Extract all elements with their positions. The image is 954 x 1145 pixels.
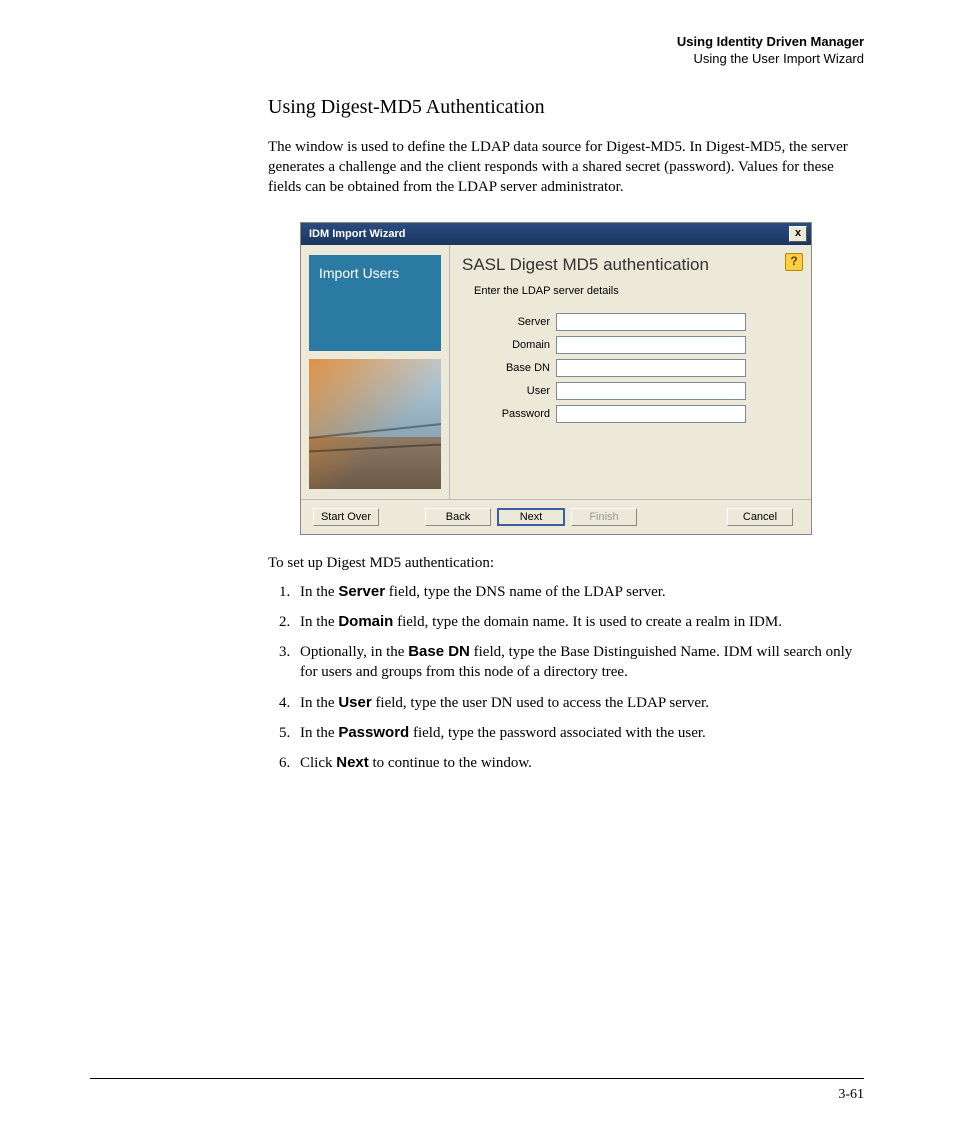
step-2: In the Domain field, type the domain nam… [294,612,864,632]
label-user: User [490,385,550,397]
sidebar-card: Import Users [309,255,441,351]
help-icon[interactable]: ? [785,253,803,271]
step-6: Click Next to continue to the window. [294,753,864,773]
wizard-subtitle: Enter the LDAP server details [474,285,801,297]
wizard-main: ? SASL Digest MD5 authentication Enter t… [449,245,811,499]
step-4: In the User field, type the user DN used… [294,693,864,713]
row-user: User [490,382,801,400]
label-password: Password [490,408,550,420]
sidebar-image [309,359,441,489]
post-paragraph: To set up Digest MD5 authentication: [268,555,864,572]
back-button[interactable]: Back [425,508,491,526]
wizard-sidebar: Import Users [301,245,449,499]
label-domain: Domain [490,339,550,351]
row-domain: Domain [490,336,801,354]
finish-button: Finish [571,508,637,526]
step-1: In the Server field, type the DNS name o… [294,582,864,602]
row-basedn: Base DN [490,359,801,377]
sidebar-label: Import Users [319,265,399,281]
wizard-window: IDM Import Wizard x Import Users ? SASL … [300,222,812,535]
intro-paragraph: The window is used to define the LDAP da… [268,137,864,198]
domain-input[interactable] [556,336,746,354]
header-title: Using Identity Driven Manager [90,34,864,51]
cancel-button[interactable]: Cancel [727,508,793,526]
page-header: Using Identity Driven Manager Using the … [90,34,864,68]
wizard-button-bar: Start Over Back Next Finish Cancel [301,499,811,534]
page-number: 3-61 [90,1087,864,1103]
wizard-titlebar: IDM Import Wizard x [301,223,811,245]
password-input[interactable] [556,405,746,423]
row-password: Password [490,405,801,423]
next-button[interactable]: Next [497,508,565,526]
step-5: In the Password field, type the password… [294,723,864,743]
user-input[interactable] [556,382,746,400]
steps-list: In the Server field, type the DNS name o… [268,582,864,774]
row-server: Server [490,313,801,331]
wizard-main-title: SASL Digest MD5 authentication [462,255,801,275]
section-title: Using Digest-MD5 Authentication [268,96,864,119]
start-over-button[interactable]: Start Over [313,508,379,526]
header-subtitle: Using the User Import Wizard [90,51,864,68]
label-server: Server [490,316,550,328]
step-3: Optionally, in the Base DN field, type t… [294,642,864,683]
basedn-input[interactable] [556,359,746,377]
wizard-figure: IDM Import Wizard x Import Users ? SASL … [300,222,864,535]
close-icon[interactable]: x [789,226,807,242]
label-basedn: Base DN [490,362,550,374]
server-input[interactable] [556,313,746,331]
page-footer: 3-61 [90,1078,864,1103]
wizard-title: IDM Import Wizard [309,228,405,240]
